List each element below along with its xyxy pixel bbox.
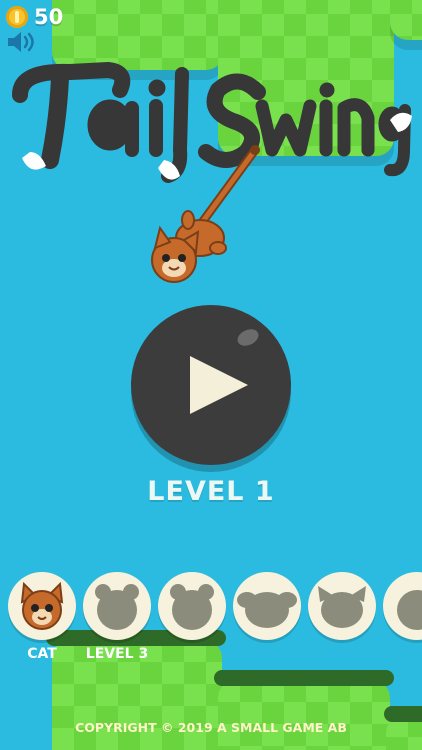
bear-silhouette-icon-2 [170, 584, 214, 630]
mouse-silhouette-icon [237, 592, 297, 628]
character-bear-locked[interactable] [83, 572, 151, 640]
bottom-middle-grass [214, 670, 394, 686]
character-bear-2-locked[interactable] [158, 572, 226, 640]
level-label: LEVEL 1 [147, 476, 275, 507]
character-selector: CAT LEVEL 3 [0, 572, 422, 672]
copyright-text: COPYRIGHT © 2019 A SMALL GAME AB [75, 720, 347, 735]
character-wolf-locked[interactable] [308, 572, 376, 640]
character-cat[interactable] [8, 572, 76, 640]
character-label-level-3: LEVEL 3 [85, 646, 149, 662]
character-next-locked[interactable] [383, 572, 422, 640]
play-button[interactable] [131, 305, 291, 465]
character-mouse-locked[interactable] [233, 572, 301, 640]
play-icon [190, 356, 248, 414]
cat-icon [20, 581, 64, 630]
game-stage: 50 LEVEL 1 CAT LEVEL 3 COPYRIGHT © 2019 … [0, 0, 422, 750]
wolf-silhouette-icon [318, 586, 366, 628]
animal-silhouette-icon [397, 590, 422, 630]
bottom-middle-platform [218, 680, 390, 750]
bear-silhouette-icon [95, 584, 139, 630]
button-shine [234, 326, 262, 349]
swinging-cat [151, 145, 260, 283]
